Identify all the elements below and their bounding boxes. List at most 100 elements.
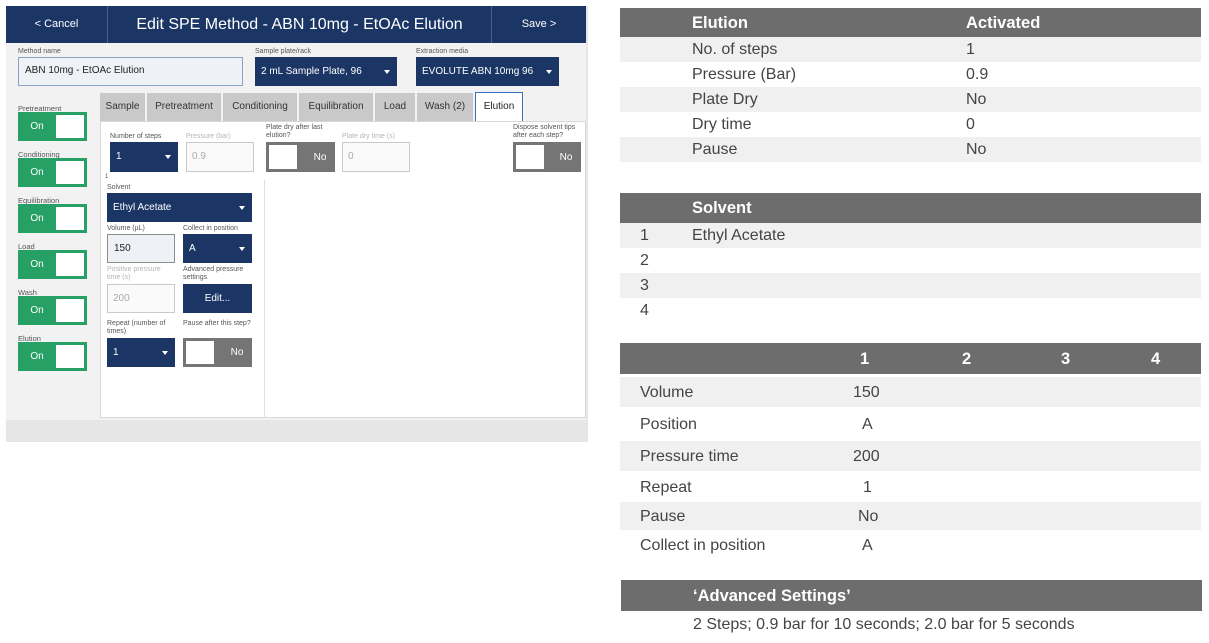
toggle-knob	[56, 207, 84, 230]
row-label: Pause	[640, 508, 686, 525]
chevron-down-icon	[239, 205, 245, 210]
row-value: 1	[966, 41, 975, 58]
row-value: 0	[966, 116, 975, 133]
row-label: Repeat	[640, 479, 692, 496]
plate-dry-toggle[interactable]: No	[266, 142, 335, 172]
tab-sample[interactable]: Sample	[100, 93, 145, 121]
header-cell: 3	[1061, 350, 1071, 368]
toggle-knob	[186, 341, 214, 364]
number-of-steps-dropdown[interactable]: 1	[110, 142, 178, 172]
volume-input[interactable]: 150	[107, 234, 175, 263]
row-value: A	[862, 416, 873, 433]
edit-advanced-button[interactable]: Edit...	[183, 284, 252, 313]
repeat-dropdown[interactable]: 1	[107, 338, 175, 367]
header-cell: Elution	[692, 14, 748, 32]
tab-pretreatment[interactable]: Pretreatment	[147, 93, 221, 121]
toggle-label: No	[313, 151, 327, 163]
solvent-value: Ethyl Acetate	[113, 202, 172, 213]
equilibration-toggle[interactable]: On	[18, 204, 87, 233]
toggle-knob	[516, 145, 544, 169]
pretreatment-toggle[interactable]: On	[18, 112, 87, 141]
row-label: Pressure (Bar)	[692, 66, 797, 83]
toggle-knob	[269, 145, 297, 169]
sample-plate-label: Sample plate/rack	[255, 48, 312, 55]
steps-summary-table: 1 2 3 4 Volume 150 Position A Pressure t…	[620, 343, 1201, 563]
row-index: 4	[640, 302, 649, 319]
row-value: 150	[853, 384, 880, 401]
row-label: Position	[640, 416, 697, 433]
positive-pressure-field: 200	[107, 284, 175, 313]
table-header: 1 2 3 4	[620, 343, 1201, 374]
header-cell: 2	[962, 350, 972, 368]
save-button[interactable]: Save >	[491, 6, 586, 43]
toggle-label: On	[30, 305, 44, 316]
table-row: Collect in position A	[620, 531, 1201, 559]
table-row: 3	[620, 273, 1201, 298]
table-row: Volume 150	[620, 377, 1201, 407]
toggle-label: On	[30, 213, 44, 224]
toggle-knob	[56, 161, 84, 184]
table-row: Position A	[620, 409, 1201, 439]
header-cell: Solvent	[692, 199, 752, 217]
advanced-pressure-label: Advanced pressure settings	[183, 266, 244, 281]
extraction-media-value: EVOLUTE ABN 10mg 96	[422, 66, 534, 77]
toggle-label: On	[30, 259, 44, 270]
table-row: 1 Ethyl Acetate	[620, 223, 1201, 248]
table-row: Plate Dry No	[620, 87, 1201, 112]
tab-equilibration[interactable]: Equilibration	[299, 93, 373, 121]
collect-position-value: A	[189, 243, 196, 254]
wash-toggle[interactable]: On	[18, 296, 87, 325]
top-bar: < Cancel Edit SPE Method - ABN 10mg - Et…	[6, 6, 586, 43]
table-row: 2	[620, 248, 1201, 273]
method-name-input[interactable]: ABN 10mg - EtOAc Elution	[18, 57, 243, 86]
dry-time-label: Plate dry time (s)	[342, 133, 395, 140]
header-cell: ‘Advanced Settings’	[693, 587, 851, 605]
dispose-tips-toggle[interactable]: No	[513, 142, 581, 172]
table-header: Elution Activated	[620, 8, 1201, 37]
row-value: 200	[853, 448, 880, 465]
method-name-label: Method name	[18, 48, 61, 55]
repeat-value: 1	[113, 347, 119, 358]
sample-plate-dropdown[interactable]: 2 mL Sample Plate, 96	[255, 57, 397, 86]
chevron-down-icon	[546, 69, 552, 74]
chevron-down-icon	[165, 155, 171, 159]
row-value: 1	[863, 479, 872, 496]
row-label: Collect in position	[640, 537, 766, 554]
row-value: 0.9	[966, 66, 989, 83]
extraction-media-label: Extraction media	[416, 48, 469, 55]
table-header: Solvent	[620, 193, 1201, 223]
solvent-dropdown[interactable]: Ethyl Acetate	[107, 193, 252, 222]
toggle-label: On	[30, 167, 44, 178]
row-label: Dry time	[692, 116, 752, 133]
pause-toggle[interactable]: No	[183, 338, 252, 367]
volume-label: Volume (µL)	[107, 225, 145, 232]
toggle-knob	[56, 253, 84, 276]
row-value: A	[862, 537, 873, 554]
elution-summary-table: Elution Activated No. of steps 1 Pressur…	[620, 8, 1201, 166]
tab-wash[interactable]: Wash (2)	[417, 93, 473, 121]
header-cell: 1	[860, 350, 870, 368]
elution-toggle[interactable]: On	[18, 342, 87, 371]
row-index: 1	[640, 227, 649, 244]
tab-elution[interactable]: Elution	[475, 92, 523, 122]
row-value: No	[966, 91, 987, 108]
chevron-down-icon	[384, 69, 390, 74]
spe-method-editor: < Cancel Edit SPE Method - ABN 10mg - Et…	[6, 6, 586, 420]
plate-dry-label: Plate dry after last elution?	[266, 124, 323, 139]
table-row: Pause No	[620, 502, 1201, 530]
solvent-summary-table: Solvent 1 Ethyl Acetate 2 3 4	[620, 193, 1201, 325]
extraction-media-dropdown[interactable]: EVOLUTE ABN 10mg 96	[416, 57, 559, 86]
row-value: No	[858, 508, 879, 525]
pressure-field: 0.9	[186, 142, 254, 172]
row-label: Volume	[640, 384, 694, 401]
step-number: 1	[105, 174, 109, 180]
header-cell: Activated	[966, 14, 1041, 32]
table-row: 2 Steps; 0.9 bar for 10 seconds; 2.0 bar…	[621, 613, 1202, 639]
load-toggle[interactable]: On	[18, 250, 87, 279]
cancel-button[interactable]: < Cancel	[6, 6, 108, 43]
tab-conditioning[interactable]: Conditioning	[223, 93, 297, 121]
dispose-tips-label: Dispose solvent tips after each step?	[513, 124, 576, 139]
conditioning-toggle[interactable]: On	[18, 158, 87, 187]
collect-position-dropdown[interactable]: A	[183, 234, 252, 263]
tab-load[interactable]: Load	[375, 93, 415, 121]
